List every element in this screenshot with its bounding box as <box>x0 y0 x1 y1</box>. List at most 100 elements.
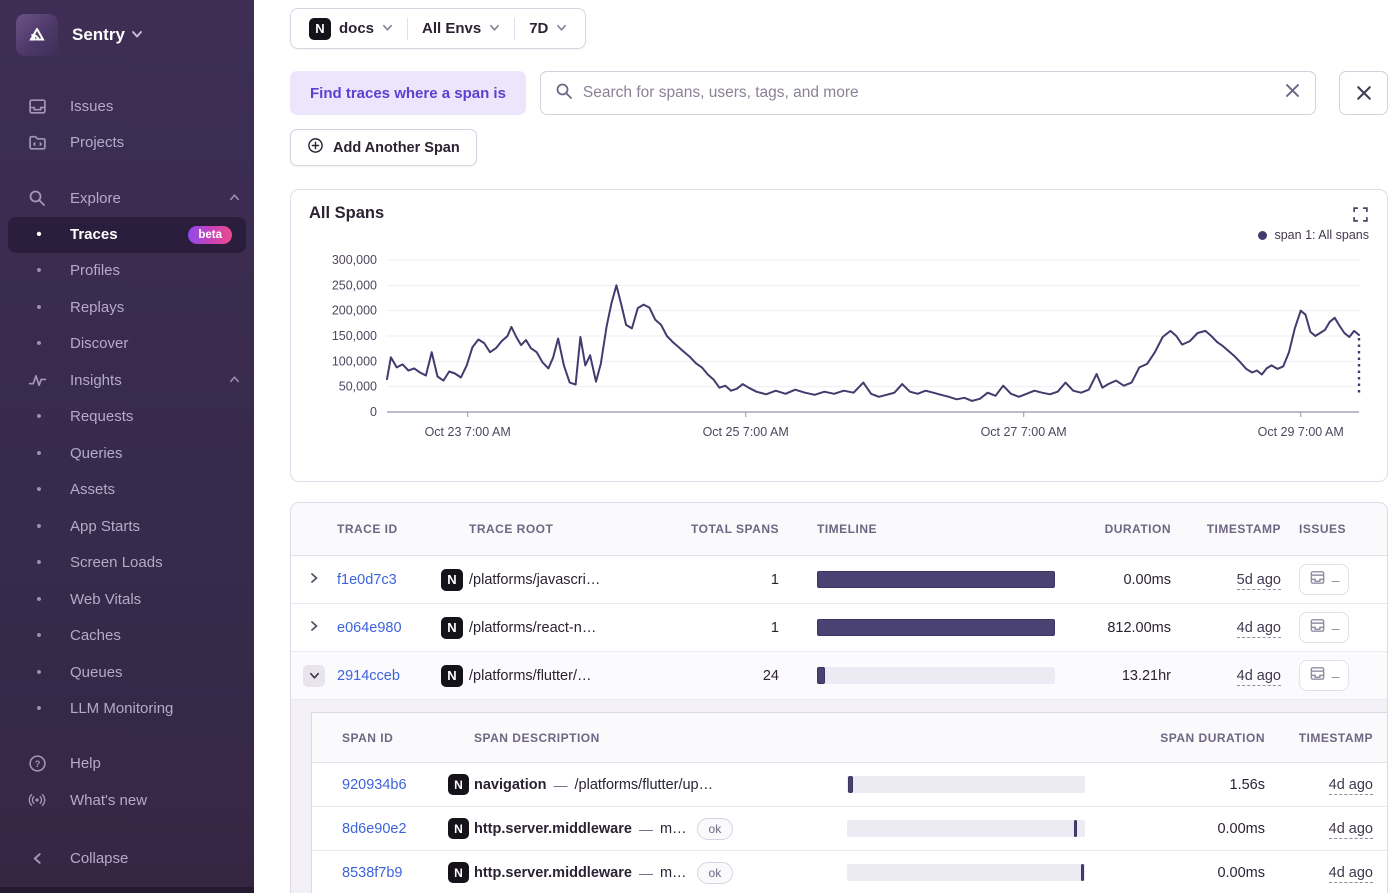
sidebar-item-label: Help <box>70 755 101 773</box>
issues-button[interactable]: – <box>1299 564 1349 595</box>
trace-row-2914cceb[interactable]: 2914cceb N /platforms/flutter/… 24 13.21… <box>291 652 1387 700</box>
sidebar-item-app-starts[interactable]: • App Starts <box>0 508 254 545</box>
nextjs-icon: N <box>441 664 463 687</box>
span-row-920934b6[interactable]: 920934b6 N navigation — /platforms/flutt… <box>312 763 1387 807</box>
bullet-icon: • <box>36 408 42 426</box>
clear-search-icon[interactable] <box>1284 82 1301 104</box>
sentry-logo-icon[interactable] <box>16 14 58 56</box>
sidebar-item-replays[interactable]: • Replays <box>0 289 254 326</box>
org-switcher[interactable]: Sentry <box>0 0 254 66</box>
remove-span-filter-button[interactable] <box>1339 71 1388 115</box>
sidebar-item-label: Explore <box>70 189 121 207</box>
span-table-header: Span ID Span Description Span Duration Time… <box>312 713 1387 763</box>
sidebar-footer: ? Help What's new Collapse <box>0 746 254 888</box>
issues-icon <box>26 97 48 116</box>
sidebar-item-collapse[interactable]: Collapse <box>0 841 254 878</box>
column-header-total-spans: Total Spans <box>691 522 779 536</box>
issues-button[interactable]: – <box>1299 612 1349 643</box>
sidebar-item-caches[interactable]: • Caches <box>0 618 254 655</box>
span-id-link[interactable]: 8538f7b9 <box>342 865 448 881</box>
span-timestamp[interactable]: 4d ago <box>1328 864 1373 883</box>
trace-id-link[interactable]: 2914cceb <box>337 668 441 684</box>
add-another-span-button[interactable]: Add Another Span <box>290 129 477 166</box>
span-detail: m… <box>659 820 687 837</box>
fullscreen-icon[interactable] <box>1352 206 1369 228</box>
all-spans-line-chart: 300,000 250,000 200,000 150,000 100,000 50,00… <box>309 244 1369 477</box>
search-icon <box>26 189 48 207</box>
bullet-icon: • <box>36 481 42 499</box>
chevron-up-icon <box>229 372 240 389</box>
sidebar-item-profiles[interactable]: • Profiles <box>0 253 254 290</box>
sidebar-item-requests[interactable]: • Requests <box>0 399 254 436</box>
span-timeline <box>847 776 1085 793</box>
span-row-8538f7b9[interactable]: 8538f7b9 N http.server.middleware — m… o… <box>312 851 1387 893</box>
project-selector[interactable]: N docs <box>295 9 407 48</box>
sidebar-item-explore[interactable]: Explore <box>0 180 254 217</box>
collapse-row-button[interactable] <box>303 664 325 687</box>
span-column-header-timestamp: Timestamp <box>1298 730 1373 745</box>
total-spans: 24 <box>762 667 779 684</box>
column-header-issues: Issues <box>1299 522 1347 536</box>
trace-timeline <box>817 619 1055 636</box>
sidebar-item-assets[interactable]: • Assets <box>0 472 254 509</box>
sidebar-item-label: Traces <box>70 226 118 243</box>
sidebar-item-queries[interactable]: • Queries <box>0 435 254 472</box>
trace-timestamp[interactable]: 4d ago <box>1236 619 1281 638</box>
issues-button[interactable]: – <box>1299 660 1349 691</box>
period-selector[interactable]: 7D <box>515 9 581 48</box>
span-duration: 1.56s <box>1229 776 1265 793</box>
sidebar-item-web-vitals[interactable]: • Web Vitals <box>0 581 254 618</box>
span-id-link[interactable]: 920934b6 <box>342 777 448 793</box>
sidebar-item-screen-loads[interactable]: • Screen Loads <box>0 545 254 582</box>
environment-selector[interactable]: All Envs <box>408 9 514 48</box>
bullet-icon: • <box>36 554 42 572</box>
span-op: http.server.middleware <box>474 820 632 837</box>
span-timestamp[interactable]: 4d ago <box>1328 776 1373 795</box>
sidebar-item-label: Collapse <box>70 850 129 868</box>
sidebar-item-projects[interactable]: Projects <box>0 125 254 162</box>
trace-root: /platforms/flutter/… <box>469 667 592 684</box>
sidebar-item-discover[interactable]: • Discover <box>0 326 254 363</box>
trace-duration: 812.00ms <box>1107 619 1171 636</box>
span-search-input[interactable] <box>582 84 1274 102</box>
span-description: http.server.middleware — m… ok <box>474 861 847 884</box>
trace-id-link[interactable]: f1e0d7c3 <box>337 572 441 588</box>
span-column-header-span-duration: Span Duration <box>1160 730 1265 745</box>
trace-timestamp[interactable]: 4d ago <box>1236 667 1281 686</box>
beta-badge: beta <box>188 225 232 244</box>
sidebar-item-label: Discover <box>70 335 129 353</box>
sidebar-item-llm-monitoring[interactable]: • LLM Monitoring <box>0 691 254 728</box>
trace-root: /platforms/javascri… <box>469 571 601 588</box>
sidebar-item-queues[interactable]: • Queues <box>0 654 254 691</box>
sidebar-item-whats-new[interactable]: What's new <box>0 782 254 819</box>
bullet-icon: • <box>36 663 42 681</box>
trace-id-link[interactable]: e064e980 <box>337 620 441 636</box>
chart-legend[interactable]: span 1: All spans <box>309 226 1369 244</box>
bullet-icon: • <box>36 335 42 353</box>
period-value: 7D <box>529 20 549 37</box>
trace-timeline <box>817 571 1055 588</box>
span-row-8d6e90e2[interactable]: 8d6e90e2 N http.server.middleware — m… o… <box>312 807 1387 851</box>
trace-row-e064e980[interactable]: e064e980 N /platforms/react-n… 1 812.00m… <box>291 604 1387 652</box>
trace-duration: 13.21hr <box>1121 667 1171 684</box>
sidebar-item-traces[interactable]: • Traces beta <box>8 216 246 253</box>
trace-timestamp[interactable]: 5d ago <box>1236 571 1281 590</box>
nextjs-icon: N <box>448 774 469 795</box>
sidebar-bottom-strip <box>0 887 254 893</box>
sidebar-item-issues[interactable]: Issues <box>0 88 254 125</box>
chevron-down-icon <box>382 20 393 37</box>
bullet-icon: • <box>36 700 42 718</box>
expand-row-button[interactable] <box>308 620 320 636</box>
span-duration: 0.00ms <box>1217 864 1265 881</box>
add-another-span-label: Add Another Span <box>333 139 460 156</box>
sidebar-item-label: Replays <box>70 298 125 316</box>
span-timestamp[interactable]: 4d ago <box>1328 820 1373 839</box>
sidebar: Sentry Issues Projects Explore • Traces beta •… <box>0 0 254 893</box>
svg-text:200,000: 200,000 <box>332 304 377 318</box>
nextjs-icon: N <box>441 616 463 639</box>
expand-row-button[interactable] <box>308 572 320 588</box>
trace-row-f1e0d7c3[interactable]: f1e0d7c3 N /platforms/javascri… 1 0.00ms… <box>291 556 1387 604</box>
sidebar-item-insights[interactable]: Insights <box>0 362 254 399</box>
sidebar-item-help[interactable]: ? Help <box>0 746 254 783</box>
span-id-link[interactable]: 8d6e90e2 <box>342 821 448 837</box>
